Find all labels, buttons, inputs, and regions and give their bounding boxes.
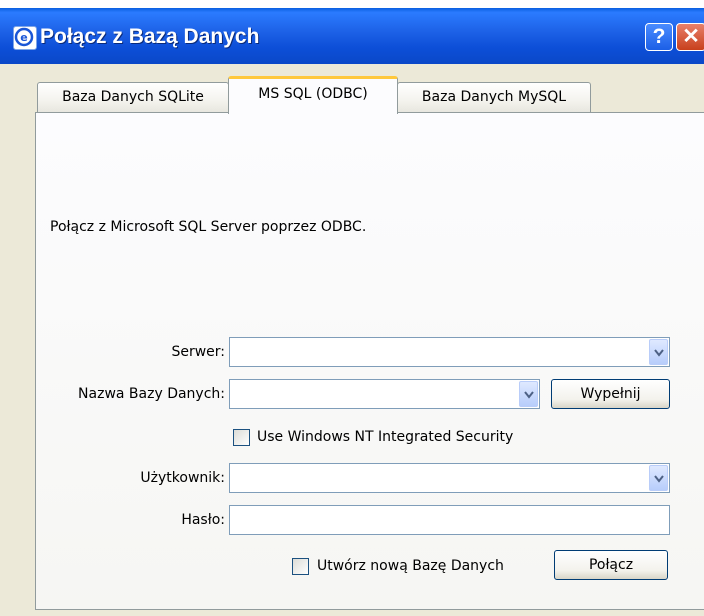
close-button[interactable]: ✕: [676, 23, 704, 51]
svg-text:e: e: [20, 31, 27, 44]
titlebar-edge: [0, 0, 704, 8]
app-icon: e: [13, 26, 37, 50]
chevron-down-icon: [654, 349, 664, 357]
database-label: Nazwa Bazy Danych:: [78, 386, 225, 402]
help-button[interactable]: ?: [645, 23, 673, 51]
user-dropdown-arrow[interactable]: [649, 465, 668, 491]
fill-button[interactable]: Wypełnij: [551, 379, 670, 409]
user-combobox[interactable]: [229, 463, 670, 493]
create-db-label[interactable]: Utwórz nową Bazę Danych: [317, 558, 504, 574]
password-field[interactable]: [229, 505, 670, 535]
user-label: Użytkownik:: [140, 470, 225, 486]
database-dropdown-arrow[interactable]: [519, 381, 538, 407]
panel-description: Połącz z Microsoft SQL Server poprzez OD…: [50, 219, 367, 235]
tab-mssql-odbc[interactable]: MS SQL (ODBC): [228, 76, 398, 114]
tab-sqlite[interactable]: Baza Danych SQLite: [37, 82, 229, 112]
server-label: Serwer:: [171, 344, 225, 360]
create-db-checkbox[interactable]: [292, 558, 309, 575]
server-dropdown-arrow[interactable]: [649, 339, 668, 365]
password-label: Hasło:: [181, 512, 225, 528]
nt-security-label[interactable]: Use Windows NT Integrated Security: [257, 429, 513, 445]
title-bar[interactable]: e Połącz z Bazą Danych ? ✕: [0, 8, 704, 64]
connect-dialog: e Połącz z Bazą Danych ? ✕ Baza Danych S…: [0, 0, 704, 616]
window-title: Połącz z Bazą Danych: [40, 25, 260, 48]
nt-security-checkbox[interactable]: [233, 429, 250, 446]
database-combobox[interactable]: [229, 379, 540, 409]
connect-button[interactable]: Połącz: [554, 550, 668, 580]
chevron-down-icon: [654, 475, 664, 483]
tab-mysql[interactable]: Baza Danych MySQL: [397, 82, 591, 112]
chevron-down-icon: [524, 391, 534, 399]
server-combobox[interactable]: [229, 337, 670, 367]
tab-panel-mssql: Połącz z Microsoft SQL Server poprzez OD…: [35, 112, 704, 610]
